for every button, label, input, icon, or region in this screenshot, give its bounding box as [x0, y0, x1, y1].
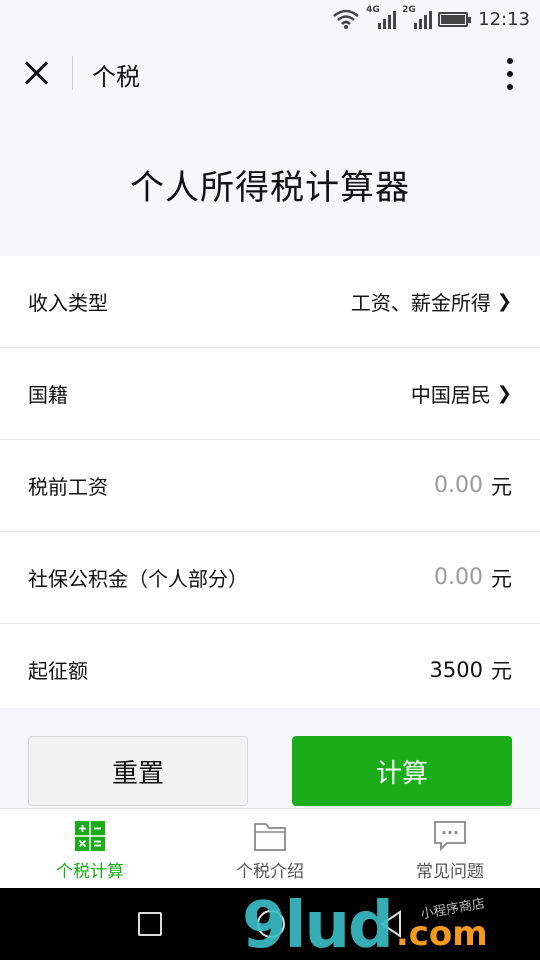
income-type-label: 收入类型: [28, 291, 108, 315]
more-menu-icon[interactable]: [504, 56, 516, 92]
chevron-right-icon: ❯: [496, 383, 512, 404]
battery-icon: [438, 11, 472, 27]
threshold-label: 起征额: [28, 659, 88, 683]
title-bar: 个税: [0, 38, 540, 108]
social-security-value-group: 0.00 元: [434, 563, 512, 593]
wifi-icon: [333, 9, 359, 29]
pretax-salary-input[interactable]: 0.00: [434, 473, 483, 498]
status-bar: 4G 2G 12:13: [0, 0, 540, 38]
nationality-selector[interactable]: 国籍 中国居民 ❯: [0, 348, 540, 440]
reset-button[interactable]: 重置: [28, 736, 248, 806]
tab-label: 个税介绍: [236, 862, 304, 882]
tax-form: 收入类型 工资、薪金所得 ❯ 国籍 中国居民 ❯ 税前工资 0.00 元 社保公…: [0, 256, 540, 716]
divider: [72, 56, 73, 90]
currency-unit: 元: [491, 474, 512, 499]
recent-apps-icon[interactable]: [138, 912, 162, 936]
income-type-value: 工资、薪金所得: [350, 291, 491, 315]
threshold-value-group: 3500 元: [430, 655, 512, 685]
threshold-input[interactable]: 3500: [430, 658, 483, 682]
pretax-salary-label: 税前工资: [28, 475, 108, 499]
chat-bubble-icon: [434, 821, 466, 852]
tab-label: 常见问题: [416, 862, 484, 882]
watermark-suffix: .com: [395, 914, 488, 954]
tab-faq[interactable]: 常见问题: [360, 809, 540, 888]
currency-unit: 元: [491, 658, 512, 683]
social-security-label: 社保公积金（个人部分）: [28, 567, 248, 591]
signal-2g-icon: 2G: [402, 5, 433, 31]
nationality-label: 国籍: [28, 383, 68, 407]
calculate-button[interactable]: 计算: [292, 736, 512, 806]
status-icons: 4G 2G 12:13: [332, 5, 530, 32]
social-security-input[interactable]: 0.00: [434, 565, 483, 590]
income-type-selector[interactable]: 收入类型 工资、薪金所得 ❯: [0, 256, 540, 348]
tab-bar: 个税计算 个税介绍 常见问题: [0, 808, 540, 888]
signal-4g-icon: 4G: [366, 5, 397, 31]
action-area: 重置 计算: [0, 708, 540, 808]
close-icon[interactable]: [18, 56, 54, 92]
pretax-salary-row: 税前工资 0.00 元: [0, 440, 540, 532]
watermark-main: 9lud: [242, 889, 394, 960]
app-title: 个税: [92, 63, 140, 91]
social-security-row: 社保公积金（个人部分） 0.00 元: [0, 532, 540, 624]
clock: 12:13: [478, 8, 530, 30]
page-title: 个人所得税计算器: [130, 168, 410, 208]
nationality-value-group: 中国居民 ❯: [411, 379, 512, 408]
currency-unit: 元: [491, 566, 512, 591]
income-type-value-group: 工资、薪金所得 ❯: [351, 287, 512, 316]
pretax-salary-value-group: 0.00 元: [434, 471, 512, 501]
nationality-value: 中国居民: [410, 383, 491, 407]
threshold-row: 起征额 3500 元: [0, 624, 540, 716]
tab-tax-introduction[interactable]: 个税介绍: [180, 809, 360, 888]
tab-tax-calculation[interactable]: 个税计算: [0, 809, 180, 888]
chevron-right-icon: ❯: [496, 291, 512, 312]
folder-icon: [254, 823, 286, 851]
calculator-icon: [75, 821, 105, 851]
tab-label: 个税计算: [56, 862, 124, 882]
